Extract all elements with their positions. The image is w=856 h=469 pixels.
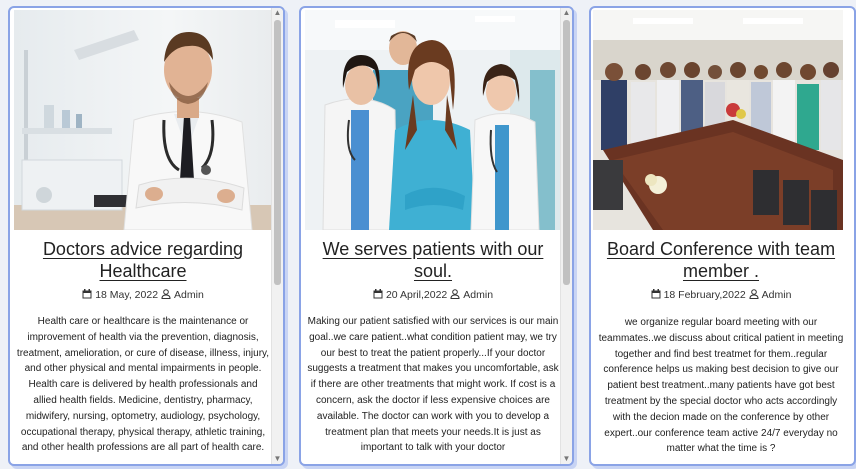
scroll-up-icon[interactable]: ▲	[272, 8, 283, 18]
calendar-icon	[82, 288, 92, 302]
card-meta: 18 May, 2022 Admin	[14, 288, 272, 302]
card-scrollbar[interactable]: ▲ ▼	[560, 8, 572, 464]
card-date: 20 April,2022	[385, 289, 448, 301]
card-date: 18 February,2022	[663, 289, 746, 301]
card-author[interactable]: Admin	[762, 289, 792, 301]
scroll-down-icon[interactable]: ▼	[561, 454, 572, 464]
card-meta: 18 February,2022 Admin	[595, 288, 847, 302]
card-author[interactable]: Admin	[174, 289, 204, 301]
card-body: we organize regular board meeting with o…	[598, 317, 844, 455]
scroll-down-icon[interactable]: ▼	[272, 454, 283, 464]
calendar-icon	[373, 288, 383, 302]
card-scrollbar[interactable]: ▲ ▼	[271, 8, 283, 464]
calendar-icon	[651, 288, 661, 302]
conference-photo	[593, 10, 843, 230]
card-body: Making our patient satisfied with our se…	[307, 316, 559, 454]
blog-card-board-conference: Board Conference with team member . 18 F…	[589, 6, 856, 466]
card-body: Health care or healthcare is the mainten…	[16, 316, 270, 454]
scrollbar-thumb[interactable]	[274, 20, 281, 285]
card-title[interactable]: Doctors advice regarding Healthcare	[14, 238, 272, 282]
user-icon	[161, 288, 171, 302]
user-icon	[749, 288, 759, 302]
card-title[interactable]: Board Conference with team member .	[595, 238, 847, 282]
card-author[interactable]: Admin	[463, 289, 493, 301]
blog-card-healthcare-advice: Doctors advice regarding Healthcare 18 M…	[8, 6, 285, 466]
card-meta: 20 April,2022 Admin	[305, 288, 561, 302]
medical-team-photo	[305, 10, 561, 230]
card-date: 18 May, 2022	[95, 289, 159, 301]
scrollbar-thumb[interactable]	[563, 20, 570, 285]
user-icon	[450, 288, 460, 302]
doctor-photo	[14, 10, 272, 230]
scroll-up-icon[interactable]: ▲	[561, 8, 572, 18]
blog-card-patient-care: We serves patients with our soul. 20 Apr…	[299, 6, 574, 466]
card-title[interactable]: We serves patients with our soul.	[305, 238, 561, 282]
